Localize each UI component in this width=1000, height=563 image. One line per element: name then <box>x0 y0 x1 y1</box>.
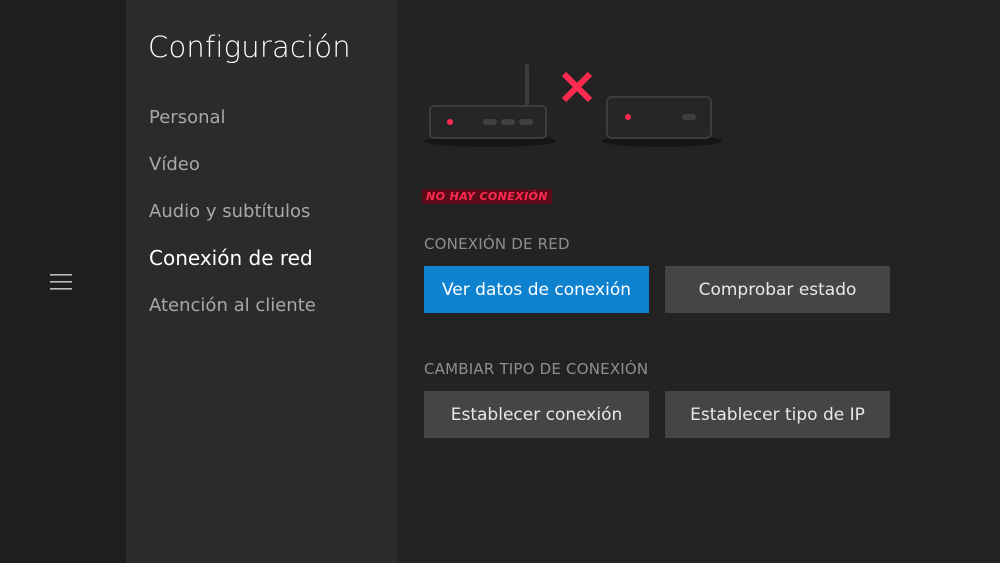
change-connection-section-label: CAMBIAR TIPO DE CONEXIÓN <box>424 360 649 378</box>
network-section-label: CONEXIÓN DE RED <box>424 235 570 253</box>
nav-item-network-connection[interactable]: Conexión de red <box>149 246 313 270</box>
status-badge: NO HAY CONEXIÓN <box>422 189 552 204</box>
set-ip-type-button[interactable]: Establecer tipo de IP <box>665 391 890 438</box>
nav-item-personal[interactable]: Personal <box>149 107 226 128</box>
hamburger-menu-icon[interactable] <box>50 273 72 291</box>
page-title: Configuración <box>148 30 351 64</box>
settings-nav: Configuración Personal Vídeo Audio y sub… <box>126 0 398 563</box>
sidebar-rail <box>0 0 126 563</box>
set-top-box-icon <box>602 96 722 147</box>
main-panel: NO HAY CONEXIÓN CONEXIÓN DE RED Ver dato… <box>398 0 1000 563</box>
check-status-button[interactable]: Comprobar estado <box>665 266 890 313</box>
router-icon <box>424 64 556 147</box>
view-connection-details-button[interactable]: Ver datos de conexión <box>424 266 649 313</box>
settings-screen: Configuración Personal Vídeo Audio y sub… <box>0 0 1000 563</box>
nav-item-customer-support[interactable]: Atención al cliente <box>149 295 316 316</box>
connection-illustration <box>424 64 722 147</box>
nav-item-video[interactable]: Vídeo <box>149 154 200 175</box>
set-connection-button[interactable]: Establecer conexión <box>424 391 649 438</box>
disconnected-x-icon <box>561 71 593 103</box>
nav-item-audio-subtitles[interactable]: Audio y subtítulos <box>149 201 310 222</box>
